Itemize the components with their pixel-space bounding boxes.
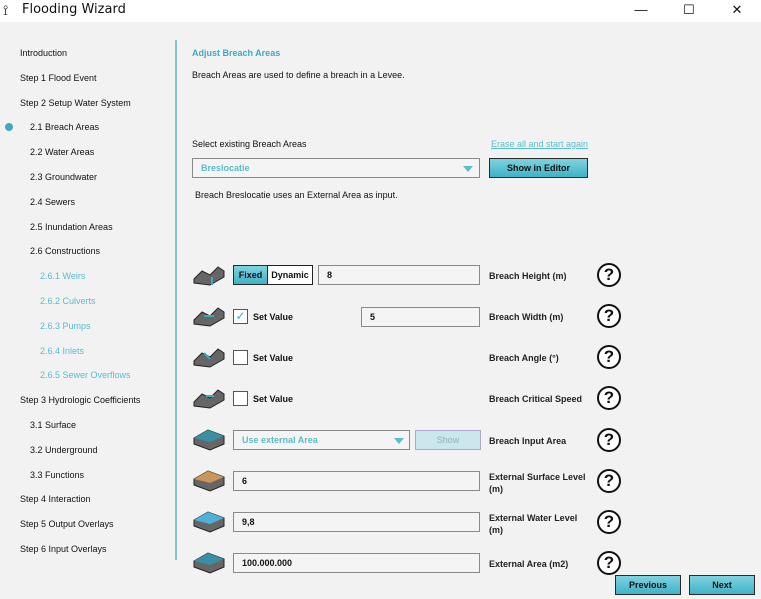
external-area-icon <box>193 552 225 574</box>
previous-button[interactable]: Previous <box>615 575 681 595</box>
external-area-label: External Area (m2) <box>489 559 569 569</box>
sidebar-item[interactable]: Step 5 Output Overlays <box>20 519 114 529</box>
window-title: Flooding Wizard <box>22 2 126 17</box>
water-level-input[interactable]: 9,8 <box>233 512 480 532</box>
help-icon[interactable]: ? <box>597 510 621 534</box>
sidebar-item[interactable]: 2.6.4 Inlets <box>40 346 84 356</box>
title-bar: ⟟ Flooding Wizard — ☐ ✕ <box>0 0 761 22</box>
sidebar-item[interactable]: Step 6 Input Overlays <box>20 544 107 554</box>
sidebar-item[interactable]: 2.6.2 Culverts <box>40 296 96 306</box>
input-area-select-value: Use external Area <box>242 435 318 445</box>
chevron-down-icon <box>463 166 473 172</box>
water-level-icon <box>193 511 225 533</box>
maximize-button[interactable]: ☐ <box>674 2 704 18</box>
breach-angle-icon <box>193 348 225 368</box>
sidebar-item[interactable]: 3.3 Functions <box>30 470 84 480</box>
close-button[interactable]: ✕ <box>722 2 752 18</box>
speed-set-value-label: Set Value <box>253 394 294 404</box>
angle-set-value-label: Set Value <box>253 353 294 363</box>
breach-select-value: Breslocatie <box>201 163 250 173</box>
breach-speed-icon <box>193 389 225 409</box>
sidebar-item[interactable]: 2.6.3 Pumps <box>40 321 91 331</box>
angle-set-value-checkbox[interactable] <box>233 350 248 365</box>
sidebar-item[interactable]: 3.2 Underground <box>30 445 98 455</box>
app-logo-icon: ⟟ <box>3 2 9 18</box>
sidebar-item[interactable]: 2.5 Inundation Areas <box>30 222 113 232</box>
breach-info: Breach Breslocatie uses an External Area… <box>195 190 398 200</box>
show-area-button[interactable]: Show <box>415 430 481 450</box>
breach-height-input[interactable]: 8 <box>318 265 480 285</box>
help-icon[interactable]: ? <box>597 345 621 369</box>
sidebar-item[interactable]: Step 4 Interaction <box>20 494 91 504</box>
sidebar-item[interactable]: 2.4 Sewers <box>30 197 75 207</box>
external-area-input[interactable]: 100.000.000 <box>233 553 480 573</box>
breach-speed-label: Breach Critical Speed <box>489 394 583 404</box>
input-area-icon <box>193 429 225 451</box>
chevron-down-icon <box>394 438 404 444</box>
sidebar-item[interactable]: Step 2 Setup Water System <box>20 98 131 108</box>
width-set-value-label: Set Value <box>253 312 294 322</box>
sidebar-item[interactable]: Step 3 Hydrologic Coefficients <box>20 395 140 405</box>
width-set-value-checkbox[interactable]: ✓ <box>233 309 248 324</box>
surface-level-label: External Surface Level (m) <box>489 472 586 494</box>
input-area-select[interactable]: Use external Area <box>233 430 410 450</box>
breach-select[interactable]: Breslocatie <box>192 158 480 178</box>
help-icon[interactable]: ? <box>597 386 621 410</box>
fixed-toggle[interactable]: Fixed <box>233 265 268 285</box>
page-heading: Adjust Breach Areas <box>192 48 281 58</box>
surface-level-input[interactable]: 6 <box>233 471 480 491</box>
select-label: Select existing Breach Areas <box>192 139 307 149</box>
help-icon[interactable]: ? <box>597 304 621 328</box>
input-area-label: Breach Input Area <box>489 436 567 446</box>
sidebar-divider <box>175 40 177 560</box>
help-icon[interactable]: ? <box>597 263 621 287</box>
breach-width-label: Breach Width (m) <box>489 312 564 322</box>
sidebar-item[interactable]: 2.3 Groundwater <box>30 172 97 182</box>
erase-all-link[interactable]: Erase all and start again <box>491 139 588 149</box>
sidebar-item[interactable]: Step 1 Flood Event <box>20 73 97 83</box>
page-description: Breach Areas are used to define a breach… <box>192 70 405 80</box>
breach-height-label: Breach Height (m) <box>489 271 567 281</box>
breach-width-icon <box>193 307 225 327</box>
sidebar-item[interactable]: 2.2 Water Areas <box>30 147 94 157</box>
breach-width-input[interactable]: 5 <box>361 307 480 327</box>
help-icon[interactable]: ? <box>597 551 621 575</box>
next-button[interactable]: Next <box>689 575 755 595</box>
sidebar-item[interactable]: 3.1 Surface <box>30 420 76 430</box>
sidebar-item[interactable]: Introduction <box>20 48 67 58</box>
minimize-button[interactable]: — <box>626 2 656 17</box>
sidebar-item[interactable]: 2.6.1 Weirs <box>40 271 85 281</box>
dynamic-toggle[interactable]: Dynamic <box>267 265 313 285</box>
sidebar-item[interactable]: 2.1 Breach Areas <box>30 122 99 132</box>
speed-set-value-checkbox[interactable] <box>233 391 248 406</box>
surface-level-icon <box>193 470 225 492</box>
show-in-editor-button[interactable]: Show in Editor <box>489 158 588 178</box>
help-icon[interactable]: ? <box>597 428 621 452</box>
help-icon[interactable]: ? <box>597 469 621 493</box>
sidebar-item[interactable]: 2.6 Constructions <box>30 246 100 256</box>
breach-height-icon <box>193 266 225 286</box>
active-step-indicator <box>5 123 13 131</box>
sidebar-item[interactable]: 2.6.5 Sewer Overflows <box>40 370 131 380</box>
water-level-label: External Water Level (m) <box>489 513 578 535</box>
breach-angle-label: Breach Angle (°) <box>489 353 559 363</box>
